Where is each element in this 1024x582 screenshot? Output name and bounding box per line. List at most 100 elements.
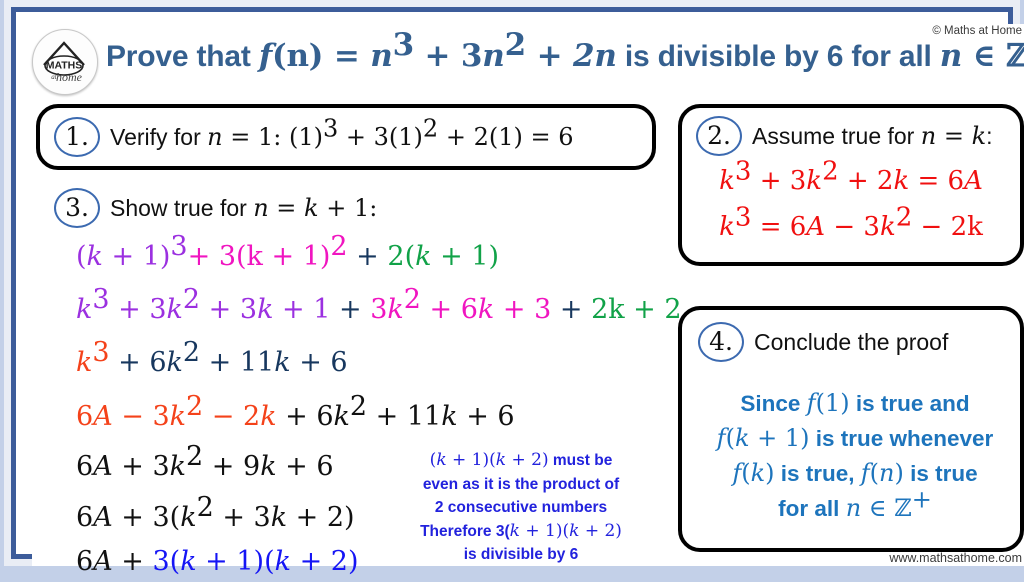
w4-minus-2: − 2 <box>203 401 261 432</box>
w1-open-paren: ( <box>76 241 87 272</box>
w3-k2-exponent: 2 <box>182 337 201 368</box>
working-line-4-substituted: 6A − 3k2 − 2k + 6k2 + 11k + 6 <box>76 393 515 432</box>
w3-k-linear: k <box>274 347 291 378</box>
step-4-conclusion-text: Since f(1) is true and f(k + 1) is true … <box>688 386 1022 526</box>
ih-plus-1: + 3 <box>751 166 807 196</box>
w4-six: 6 <box>76 401 94 432</box>
w6-six: 6 <box>76 502 94 533</box>
title-function-f: f <box>258 38 272 74</box>
w2-c-term: 2k + 2 <box>591 294 682 325</box>
rh-k-base: k <box>719 212 735 242</box>
step-2-box: 2. Assume true for n = k: k3 + 3k2 + 2k =… <box>678 104 1024 266</box>
w2-b-k-exponent: 2 <box>403 284 421 315</box>
conclusion-set-superscript: + <box>911 485 932 514</box>
step-3-number: 3. <box>54 188 100 228</box>
w6-k2-exponent: 2 <box>196 492 214 523</box>
ann-l4-middle: + 1)( <box>519 520 570 541</box>
step-1-plus-1: + <box>338 123 374 151</box>
ih-constant-A: A <box>964 166 983 196</box>
step-2-colon: : <box>986 123 993 149</box>
w2-b-k-linear: k <box>477 294 495 325</box>
step-1-statement: Verify for n = 1: (1)3 + 3(1)2 + 2(1) = … <box>110 116 573 151</box>
w2-plus-middle-1: + <box>330 294 371 325</box>
w3-k-cubed-base: k <box>76 347 93 378</box>
step-3-variable-k: k <box>304 194 319 222</box>
w4-tail-k-linear: k <box>441 401 458 432</box>
w4-k2-exponent: 2 <box>186 391 204 422</box>
w3-k2-base: k <box>166 347 183 378</box>
step-4-heading: Conclude the proof <box>754 328 949 355</box>
w2-b-plus-2: + 3 <box>494 294 552 325</box>
title-term2-exponent: 2 <box>504 27 527 63</box>
w7-k-second: k <box>274 546 291 577</box>
ih-k-base: k <box>719 166 735 196</box>
step-1-number: 1. <box>54 117 100 157</box>
w6-k2-base: k <box>180 502 197 533</box>
w5-plus-2: + 9 <box>203 451 261 482</box>
w5-plus-3: + 6 <box>276 451 334 482</box>
title-element-of: ∈ <box>962 38 1007 74</box>
w1-cube-exponent: 3 <box>170 231 188 262</box>
ih-k2-base: k <box>806 166 823 196</box>
title-plus-2: + <box>526 38 573 74</box>
step-3-heading: Show true for <box>110 195 254 221</box>
conclusion-fk1-close: + 1) <box>749 424 810 452</box>
w2-k-exponent: 3 <box>92 284 110 315</box>
rh-k-exponent: 3 <box>734 202 752 233</box>
working-line-5-simplified: 6A + 3k2 + 9k + 6 <box>76 443 334 482</box>
conclusion-fk1-open: ( <box>725 424 735 452</box>
step-2-header: 2. Assume true for n = k: <box>696 116 993 156</box>
step-3-header: 3. Show true for n = k + 1: <box>54 188 377 228</box>
step-2-statement: Assume true for n = k: <box>752 122 993 150</box>
w2-k2-exponent: 2 <box>182 284 201 315</box>
w6-plus-2: + 3 <box>213 502 271 533</box>
w3-plus-1: + 6 <box>109 347 167 378</box>
rh-equals-6: = 6 <box>751 212 807 242</box>
w2-plus-a2: + 3 <box>200 294 258 325</box>
w3-plus-2: + 11 <box>200 347 275 378</box>
conclusion-n: n <box>845 494 862 522</box>
step-1-expr-a: (1) <box>289 123 323 151</box>
w1-linear-coef: 2( <box>387 241 416 272</box>
conclusion-integer-set: ℤ <box>894 494 912 522</box>
w1-square-exponent: 2 <box>330 231 348 262</box>
website-url: www.mathsathome.com <box>889 551 1022 565</box>
working-line-6-factored-3: 6A + 3(k2 + 3k + 2) <box>76 494 355 533</box>
w4-A: A <box>93 401 113 432</box>
rh-minus-1: − 3 <box>825 212 880 242</box>
w4-minus-1: − 3 <box>112 401 170 432</box>
conclusion-fk-k: k <box>750 459 766 487</box>
conclusion-true-whenever: is true whenever <box>809 426 994 451</box>
step-1-content: 1. Verify for n = 1: (1)3 + 3(1)2 + 2(1) … <box>54 116 573 157</box>
step-1-equals: = 1: <box>222 123 282 151</box>
ann-l4-close: + 2) <box>579 520 622 541</box>
title-variable-n: n <box>939 38 963 74</box>
conclusion-fk-close: ) <box>765 459 775 487</box>
blue-frame-border: MATHS at home © Maths at Home Prove that… <box>11 7 1024 577</box>
ih-equals-6: = 6 <box>909 166 965 196</box>
step-1-box: 1. Verify for n = 1: (1)3 + 3(1)2 + 2(1) … <box>36 104 656 170</box>
poster-canvas: MATHS at home © Maths at Home Prove that… <box>32 24 1024 577</box>
title-equals: = <box>323 38 371 74</box>
w7-factor-middle: + 1)( <box>196 546 275 577</box>
ann-l4-k-first: k <box>509 520 520 541</box>
conclusion-fk1: f <box>716 424 726 452</box>
w7-A: A <box>93 546 113 577</box>
w4-k2-base: k <box>169 401 187 432</box>
ann-close-paren: + 2) <box>506 450 549 470</box>
side-annotation: (k + 1)(k + 2) must be even as it is the… <box>390 449 652 567</box>
conclusion-f1: f <box>806 389 816 417</box>
logo-house-icon: MATHS at home <box>43 41 85 84</box>
conclusion-fk: f <box>732 459 742 487</box>
w2-b-coefficient: 3 <box>370 294 388 325</box>
step-4-header: 4. Conclude the proof <box>698 322 948 362</box>
w7-six: 6 <box>76 546 94 577</box>
step-2-heading: Assume true for <box>752 123 921 149</box>
ih-k-linear: k <box>893 166 910 196</box>
w6-A: A <box>93 502 113 533</box>
w2-k-base: k <box>76 294 93 325</box>
w4-tail-plus-2: + 11 <box>367 401 442 432</box>
inductive-hypothesis-equation: k3 + 3k2 + 2k = 6A <box>682 158 1020 196</box>
step-2-number: 2. <box>696 116 742 156</box>
w1-plus-sign-1: + <box>187 241 219 272</box>
